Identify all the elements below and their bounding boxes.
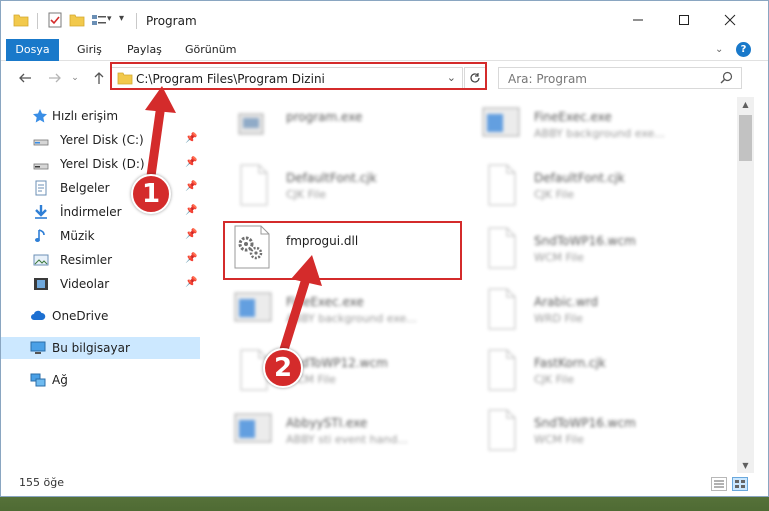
annotation-arrows [145,86,322,361]
step-badge-1: 1 [131,174,171,214]
arrow-1-icon [145,86,176,188]
arrow-2-icon [277,255,322,361]
step-badge-2: 2 [263,348,303,388]
